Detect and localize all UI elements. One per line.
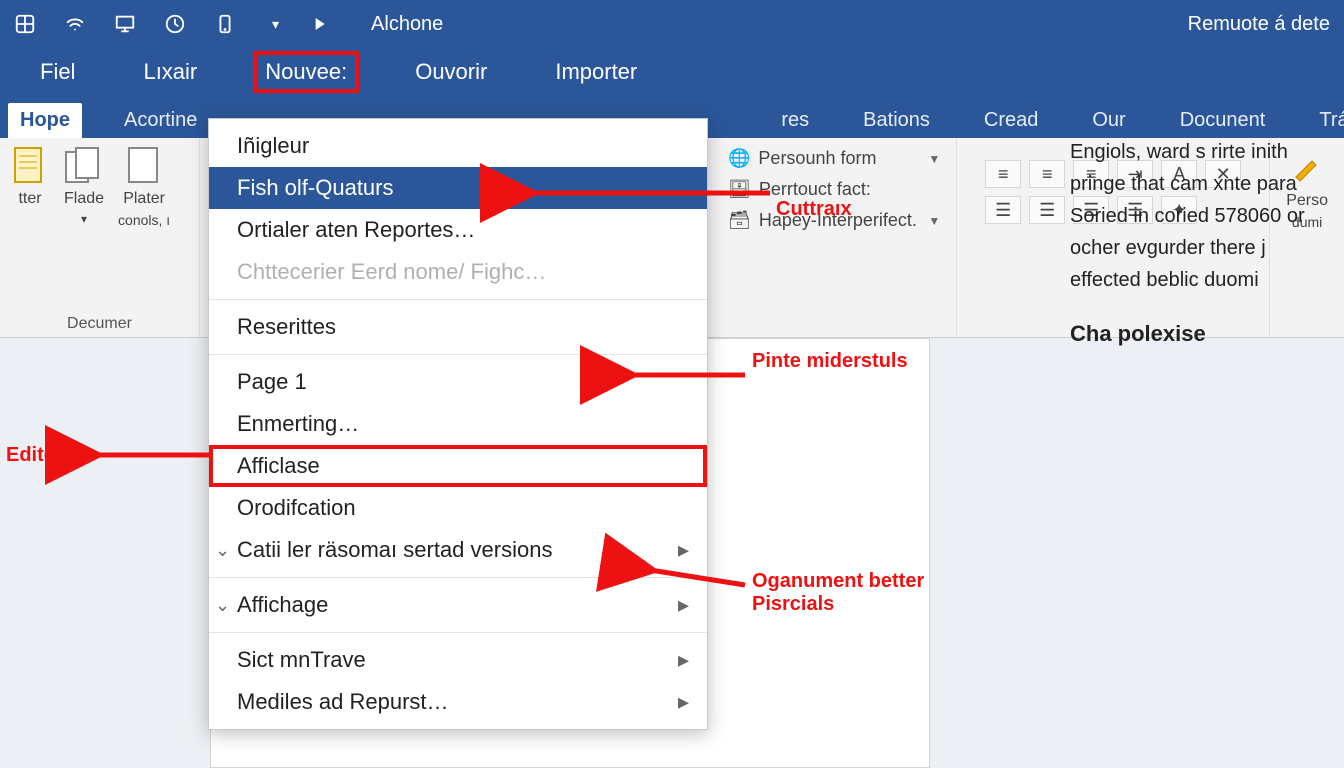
ribbon-forms-group: 🌐Persounh form▼ 🗄Perrtouct fact: 🗃Hapey-… bbox=[712, 138, 957, 337]
arrow-1 bbox=[520, 178, 770, 213]
dd-catii-versions[interactable]: Catii ler räsomaı sertad versions bbox=[209, 529, 707, 571]
pages-icon bbox=[64, 146, 104, 186]
dd-afficlase[interactable]: Afficlase bbox=[209, 445, 707, 487]
side-text-panel: Engiols, ward s rirte inith pringe that … bbox=[1054, 120, 1344, 367]
list-icon[interactable]: ☰ bbox=[985, 196, 1021, 224]
ribbon-btn-plater[interactable]: Plater conols, ı bbox=[118, 146, 170, 311]
clock-icon[interactable] bbox=[164, 13, 186, 35]
dd-separator bbox=[209, 354, 707, 355]
annotation-cuttraix: Cuttraıx bbox=[776, 198, 852, 221]
menu-lixair[interactable]: Lıxair bbox=[133, 53, 207, 91]
dd-ortialer-reportes[interactable]: Ortialer aten Reportes… bbox=[209, 209, 707, 251]
side-paragraph: Engiols, ward s rirte inith pringe that … bbox=[1070, 136, 1328, 296]
ribbon-btn-flade[interactable]: Flade ▾ bbox=[64, 146, 104, 311]
app-icon[interactable] bbox=[14, 13, 36, 35]
title-bar: ▾ Alchone Remuote á dete bbox=[0, 0, 1344, 48]
tab-bations[interactable]: Bations bbox=[851, 103, 942, 138]
arrow-2 bbox=[620, 360, 750, 395]
menu-fiel[interactable]: Fiel bbox=[30, 53, 85, 91]
dd-chttecerier: Chttecerier Eerd nome/ Fighc… bbox=[209, 251, 707, 293]
dd-affichage[interactable]: Affichage bbox=[209, 584, 707, 626]
annotation-editers: Editers bbox=[6, 444, 74, 467]
menu-bar: Fiel Lıxair Nouvee: Ouvorir Importer bbox=[0, 48, 1344, 96]
stack-icon: 🗃 bbox=[728, 210, 751, 231]
side-heading: Cha polexise bbox=[1070, 316, 1328, 351]
ribbon-group-label: Decumer bbox=[10, 311, 189, 333]
align-left-icon[interactable]: ≡ bbox=[985, 160, 1021, 188]
tab-acortine[interactable]: Acortine bbox=[112, 103, 209, 138]
wifi-icon[interactable] bbox=[64, 13, 86, 35]
annotation-pinte: Pinte miderstuls bbox=[752, 350, 908, 373]
app-title: Alchone bbox=[371, 13, 443, 36]
monitor-icon[interactable] bbox=[114, 13, 136, 35]
dd-mediles-repurst[interactable]: Mediles ad Repurst… bbox=[209, 681, 707, 723]
dd-orodifcation[interactable]: Orodifcation bbox=[209, 487, 707, 529]
menu-importer[interactable]: Importer bbox=[545, 53, 647, 91]
tab-cread[interactable]: Cread bbox=[972, 103, 1050, 138]
persounh-form-dropdown[interactable]: 🌐Persounh form▼ bbox=[728, 148, 940, 169]
arrow-3 bbox=[90, 440, 220, 475]
blank-page-icon bbox=[124, 146, 164, 186]
dd-separator bbox=[209, 632, 707, 633]
tab-res[interactable]: res bbox=[769, 103, 821, 138]
menu-nouvee[interactable]: Nouvee: bbox=[255, 53, 357, 91]
qat-more-icon[interactable]: ▾ bbox=[272, 16, 279, 33]
dd-inigleur[interactable]: Iñigleur bbox=[209, 125, 707, 167]
page-icon bbox=[10, 146, 50, 186]
annotation-oganument: Oganument better Pisrcials bbox=[752, 570, 972, 616]
dd-enmerting[interactable]: Enmerting… bbox=[209, 403, 707, 445]
device-icon[interactable] bbox=[214, 13, 236, 35]
dd-separator bbox=[209, 577, 707, 578]
window-caption-right: Remuote á dete bbox=[1188, 13, 1330, 36]
arrow-4 bbox=[640, 560, 750, 605]
quick-access-toolbar: ▾ bbox=[14, 13, 279, 35]
dd-sict-mntrave[interactable]: Sict mnTrave bbox=[209, 639, 707, 681]
ribbon-btn-tter[interactable]: tter bbox=[10, 146, 50, 311]
dd-separator bbox=[209, 299, 707, 300]
ribbon-group-decumer: tter Flade ▾ Plater conols, ı Decumer bbox=[0, 138, 200, 337]
dd-reserittes[interactable]: Reserittes bbox=[209, 306, 707, 348]
globe-icon: 🌐 bbox=[728, 148, 750, 169]
tab-hope[interactable]: Hope bbox=[8, 103, 82, 138]
menu-ouvorir[interactable]: Ouvorir bbox=[405, 53, 497, 91]
play-icon[interactable] bbox=[309, 13, 331, 35]
